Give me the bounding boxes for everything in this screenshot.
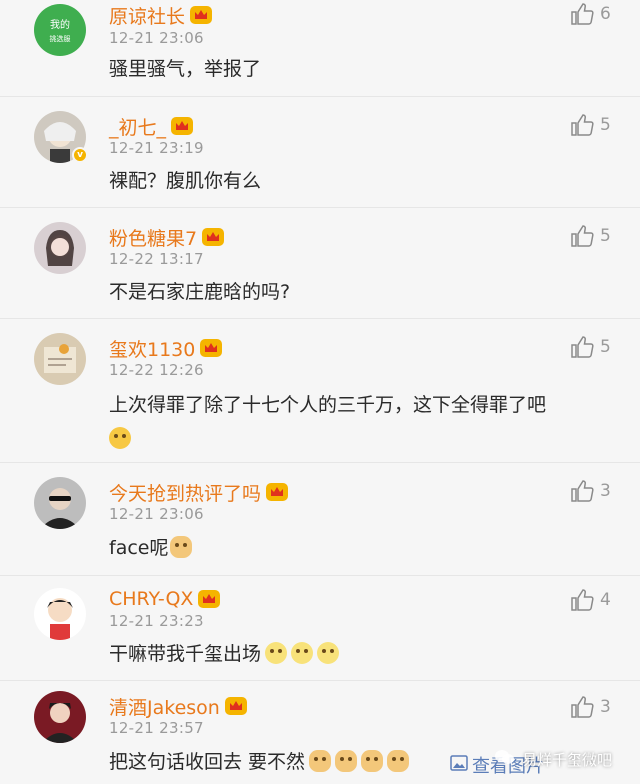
like-count: 4 xyxy=(600,590,611,610)
like-count: 3 xyxy=(600,697,611,717)
crown-badge-icon xyxy=(197,588,221,610)
timestamp: 12-21 23:19 xyxy=(109,139,204,157)
like-button[interactable]: 5 xyxy=(570,113,611,137)
comment-text-body: 把这句话收回去 要不然 xyxy=(109,751,306,773)
comment-text: 上次得罪了除了十七个人的三千万，这下全得罪了吧 xyxy=(109,388,619,456)
like-count: 6 xyxy=(600,4,611,24)
username[interactable]: 今天抢到热评了吗 xyxy=(109,479,261,506)
like-count: 5 xyxy=(600,115,611,135)
crown-badge-icon xyxy=(265,481,289,503)
timestamp: 12-21 23:06 xyxy=(109,29,204,47)
laugh-emoji-icon xyxy=(109,427,131,449)
timestamp: 12-21 23:06 xyxy=(109,505,204,523)
username[interactable]: 原谅社长 xyxy=(109,2,185,29)
username[interactable]: CHRY-QX xyxy=(109,588,193,610)
picture-icon xyxy=(450,754,468,776)
comment-text-body: face呢 xyxy=(109,537,169,559)
thumbs-up-icon xyxy=(570,224,594,248)
like-button[interactable]: 5 xyxy=(570,224,611,248)
like-button[interactable]: 5 xyxy=(570,335,611,359)
crown-badge-icon xyxy=(201,226,225,248)
comment-item: 玺欢1130 12-22 12:26 上次得罪了除了十七个人的三千万，这下全得罪… xyxy=(0,319,640,463)
like-button[interactable]: 3 xyxy=(570,479,611,503)
avatar[interactable] xyxy=(34,588,86,640)
thumbs-up-icon xyxy=(570,335,594,359)
comment-item: 粉色糖果7 12-22 13:17 不是石家庄鹿晗的吗? 5 xyxy=(0,208,640,319)
username[interactable]: _初七_ xyxy=(109,113,166,140)
yawn-emoji-icon xyxy=(317,642,340,664)
comment-header: _初七_ xyxy=(109,111,194,141)
yawn-emoji-icon xyxy=(265,642,288,664)
timestamp: 12-21 23:23 xyxy=(109,612,204,630)
avatar[interactable] xyxy=(34,333,86,385)
crown-badge-icon xyxy=(189,4,213,26)
avatar[interactable] xyxy=(34,691,86,743)
comment-text-body: 上次得罪了除了十七个人的三千万，这下全得罪了吧 xyxy=(109,394,547,416)
yawn-emoji-icon xyxy=(291,642,314,664)
like-button[interactable]: 6 xyxy=(570,2,611,26)
timestamp: 12-22 12:26 xyxy=(109,361,204,379)
comment-text-body: 干嘛带我千玺出场 xyxy=(109,643,262,665)
comment-header: CHRY-QX xyxy=(109,584,221,614)
crown-badge-icon xyxy=(224,695,248,717)
comment-item: v _初七_ 12-21 23:19 裸配？腹肌你有么 5 xyxy=(0,97,640,208)
username[interactable]: 玺欢1130 xyxy=(109,335,195,362)
avatar[interactable] xyxy=(34,222,86,274)
comment-header: 玺欢1130 xyxy=(109,333,223,363)
comment-item: 我的 挑选服 原谅社长 12-21 23:06 骚里骚气，举报了 6 xyxy=(0,0,640,97)
verified-badge-icon: v xyxy=(72,147,88,163)
comment-header: 原谅社长 xyxy=(109,0,213,30)
comment-text: 不是石家庄鹿晗的吗? xyxy=(109,281,291,303)
svg-text:挑选服: 挑选服 xyxy=(50,34,71,43)
thumbs-up-icon xyxy=(570,588,594,612)
thumbs-up-icon xyxy=(570,2,594,26)
like-count: 5 xyxy=(600,226,611,246)
doge-emoji-icon xyxy=(387,750,410,772)
like-button[interactable]: 4 xyxy=(570,588,611,612)
comment-text: face呢 xyxy=(109,531,619,565)
wechat-icon xyxy=(494,748,516,770)
comment-text: 骚里骚气，举报了 xyxy=(109,58,262,80)
like-count: 5 xyxy=(600,337,611,357)
doge-emoji-icon xyxy=(170,536,193,558)
doge-emoji-icon xyxy=(309,750,332,772)
watermark-text: 易烊千玺微吧 xyxy=(522,750,613,769)
comment-header: 清酒Jakeson xyxy=(109,691,248,721)
timestamp: 12-22 13:17 xyxy=(109,250,204,268)
like-count: 3 xyxy=(600,481,611,501)
doge-emoji-icon xyxy=(335,750,358,772)
timestamp: 12-21 23:57 xyxy=(109,719,204,737)
username[interactable]: 粉色糖果7 xyxy=(109,224,197,251)
watermark: 易烊千玺微吧 xyxy=(494,748,612,770)
username[interactable]: 清酒Jakeson xyxy=(109,693,220,720)
crown-badge-icon xyxy=(170,115,194,137)
thumbs-up-icon xyxy=(570,479,594,503)
crown-badge-icon xyxy=(199,337,223,359)
like-button[interactable]: 3 xyxy=(570,695,611,719)
comment-text: 干嘛带我千玺出场 xyxy=(109,637,619,671)
comment-header: 粉色糖果7 xyxy=(109,222,225,252)
comment-header: 今天抢到热评了吗 xyxy=(109,477,289,507)
thumbs-up-icon xyxy=(570,695,594,719)
comment-text: 裸配？腹肌你有么 xyxy=(109,170,262,192)
avatar[interactable]: 我的 挑选服 xyxy=(34,4,86,56)
comment-item: CHRY-QX 12-21 23:23 干嘛带我千玺出场 4 xyxy=(0,576,640,681)
doge-emoji-icon xyxy=(361,750,384,772)
avatar[interactable] xyxy=(34,477,86,529)
comment-item: 今天抢到热评了吗 12-21 23:06 face呢 3 xyxy=(0,463,640,576)
svg-text:我的: 我的 xyxy=(50,18,70,31)
thumbs-up-icon xyxy=(570,113,594,137)
